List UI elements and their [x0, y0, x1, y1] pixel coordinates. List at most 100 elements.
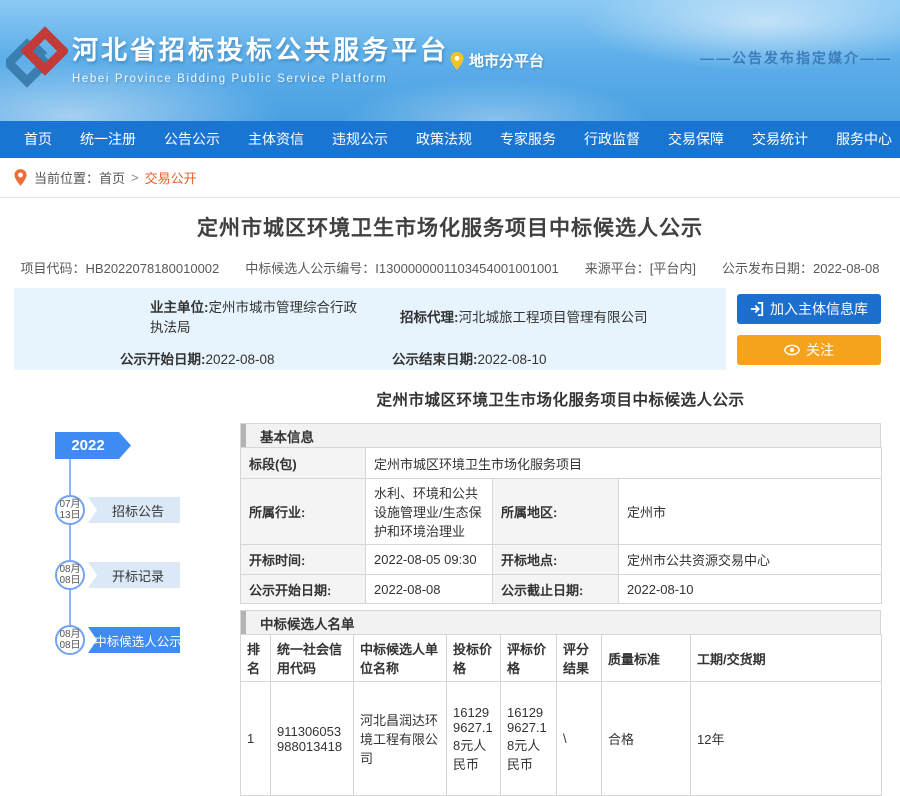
candidate-row: 1 911306053988013418 河北昌润达环境工程有限公司 16129… — [241, 682, 882, 796]
breadcrumb-label: 当前位置： — [34, 168, 99, 187]
timeline-date-1: 07月 13日 — [55, 495, 85, 525]
nav-item-policies[interactable]: 政策法规 — [402, 121, 486, 158]
timeline-link-bid-opening[interactable]: 开标记录 — [88, 562, 180, 588]
timeline-line — [69, 459, 71, 641]
candidate-quality: 合格 — [602, 682, 691, 796]
timeline-node-tender-notice: 07月 13日 招标公告 — [0, 495, 238, 525]
eye-icon — [784, 344, 800, 356]
timeline-date-1-month: 07月 — [59, 499, 80, 510]
open-place-label: 开标地点: — [493, 545, 619, 575]
platform-logo-icon — [6, 26, 68, 96]
candidate-score: \ — [557, 682, 602, 796]
join-entity-library-label: 加入主体信息库 — [770, 299, 868, 319]
timeline-link-tender-notice[interactable]: 招标公告 — [88, 497, 180, 523]
timeline-date-2-month: 08月 — [59, 564, 80, 575]
timeline-date-3: 08月 08日 — [55, 625, 85, 655]
nav-item-trade-statistics[interactable]: 交易统计 — [738, 121, 822, 158]
process-timeline: 2022 07月 13日 招标公告 08月 08日 开标记录 08月 08日 中… — [0, 430, 238, 713]
meta-project-code-label: 项目代码： — [21, 261, 86, 276]
timeline-year-flag: 2022 — [55, 432, 131, 459]
col-credit-code: 统一社会信用代码 — [271, 635, 354, 682]
col-score: 评分结果 — [557, 635, 602, 682]
candidates-table: 排名 统一社会信用代码 中标候选人单位名称 投标价格 评标价格 评分结果 质量标… — [240, 634, 882, 796]
industry-value: 水利、环境和公共设施管理业/生态保护和环境治理业 — [366, 479, 493, 545]
timeline-date-2: 08月 08日 — [55, 560, 85, 590]
publicity-start-value: 2022-08-08 — [206, 352, 275, 367]
location-pin-icon — [450, 52, 464, 70]
meta-notice-number-label: 中标候选人公示编号： — [245, 261, 375, 276]
open-place-value: 定州市公共资源交易中心 — [619, 545, 882, 575]
candidate-rank: 1 — [241, 682, 271, 796]
follow-button[interactable]: 关注 — [737, 335, 881, 365]
main-content: 定州市城区环境卫生市场化服务项目中标候选人公示 基本信息 标段(包) 定州市城区… — [240, 388, 881, 796]
media-note: ——公告发布指定媒介—— — [700, 48, 892, 68]
announcement-meta: 项目代码：HB2022078180010002 中标候选人公示编号：I13000… — [0, 258, 900, 277]
industry-label: 所属行业: — [241, 479, 366, 545]
breadcrumb-current-link[interactable]: 交易公开 — [145, 168, 197, 187]
bidding-agent-value: 河北城旅工程项目管理有限公司 — [459, 310, 648, 325]
candidates-header: 中标候选人名单 — [240, 610, 881, 634]
bid-section-label: 标段(包) — [241, 448, 366, 479]
candidate-duration: 12年 — [691, 682, 882, 796]
owner-unit-label: 业主单位: — [150, 300, 209, 315]
join-entity-library-button[interactable]: 加入主体信息库 — [737, 294, 881, 324]
nav-item-service-center[interactable]: 服务中心 — [822, 121, 900, 158]
col-company-name: 中标候选人单位名称 — [354, 635, 447, 682]
timeline-date-3-day: 08日 — [59, 640, 80, 651]
candidates-header-row: 排名 统一社会信用代码 中标候选人单位名称 投标价格 评标价格 评分结果 质量标… — [241, 635, 882, 682]
timeline-date-3-month: 08月 — [59, 629, 80, 640]
city-platform-link[interactable]: 地市分平台 — [450, 50, 544, 71]
open-time-label: 开标时间: — [241, 545, 366, 575]
bidding-agent-label: 招标代理: — [400, 310, 459, 325]
meta-publish-date-value: 2022-08-08 — [813, 261, 880, 276]
owner-unit: 业主单位:定州市城市管理综合行政执法局 — [14, 296, 370, 336]
nav-item-entity-credit[interactable]: 主体资信 — [234, 121, 318, 158]
site-subtitle: Hebei Province Bidding Public Service Pl… — [72, 73, 449, 85]
timeline-node-bid-opening: 08月 08日 开标记录 — [0, 560, 238, 590]
basic-info-table: 标段(包) 定州市城区环境卫生市场化服务项目 所属行业: 水利、环境和公共设施管… — [240, 447, 882, 604]
nav-item-home[interactable]: 首页 — [10, 121, 66, 158]
breadcrumb-separator: > — [131, 170, 139, 185]
nav-item-violations[interactable]: 违规公示 — [318, 121, 402, 158]
publicity-start-label: 公示开始日期: — [120, 352, 206, 367]
content-title: 定州市城区环境卫生市场化服务项目中标候选人公示 — [240, 388, 881, 410]
nav-item-trade-guarantee[interactable]: 交易保障 — [654, 121, 738, 158]
meta-publish-date-label: 公示发布日期： — [722, 261, 813, 276]
candidate-eval-price: 161299627.18元人民币 — [501, 682, 557, 796]
basic-info-header: 基本信息 — [240, 423, 881, 447]
summary-info-box: 业主单位:定州市城市管理综合行政执法局 招标代理:河北城旅工程项目管理有限公司 … — [14, 288, 726, 370]
breadcrumb-pin-icon — [14, 169, 27, 186]
timeline-date-2-day: 08日 — [59, 575, 80, 586]
publicity-end-value: 2022-08-10 — [478, 352, 547, 367]
nav-item-admin-supervision[interactable]: 行政监督 — [570, 121, 654, 158]
timeline-date-1-day: 13日 — [59, 510, 80, 521]
nav-item-expert-services[interactable]: 专家服务 — [486, 121, 570, 158]
col-duration: 工期/交货期 — [691, 635, 882, 682]
col-bid-price: 投标价格 — [447, 635, 501, 682]
meta-source-platform-label: 来源平台： — [585, 261, 650, 276]
breadcrumb: 当前位置： 首页 > 交易公开 — [0, 158, 900, 198]
nav-item-announcements[interactable]: 公告公示 — [150, 121, 234, 158]
timeline-node-candidates: 08月 08日 中标候选人公示 — [0, 625, 238, 655]
main-nav: 首页 统一注册 公告公示 主体资信 违规公示 政策法规 专家服务 行政监督 交易… — [0, 121, 900, 158]
col-eval-price: 评标价格 — [501, 635, 557, 682]
site-title: 河北省招标投标公共服务平台 — [72, 30, 449, 67]
follow-label: 关注 — [806, 340, 834, 360]
col-rank: 排名 — [241, 635, 271, 682]
site-header: 河北省招标投标公共服务平台 Hebei Province Bidding Pub… — [0, 0, 900, 121]
meta-source-platform: 来源平台：[平台内] — [585, 258, 696, 277]
candidate-credit-code: 911306053988013418 — [271, 682, 354, 796]
meta-publish-date: 公示发布日期：2022-08-08 — [722, 258, 880, 277]
pub-end-value: 2022-08-10 — [619, 575, 882, 604]
meta-source-platform-value: [平台内] — [650, 261, 696, 276]
col-quality: 质量标准 — [602, 635, 691, 682]
bidding-agent: 招标代理:河北城旅工程项目管理有限公司 — [370, 306, 726, 326]
nav-item-register[interactable]: 统一注册 — [66, 121, 150, 158]
timeline-link-candidates[interactable]: 中标候选人公示 — [88, 627, 180, 653]
meta-notice-number-value: I1300000001103454001001001 — [375, 261, 558, 276]
breadcrumb-home-link[interactable]: 首页 — [99, 168, 125, 187]
page-title: 定州市城区环境卫生市场化服务项目中标候选人公示 — [0, 212, 900, 242]
pub-start-value: 2022-08-08 — [366, 575, 493, 604]
pub-start-label: 公示开始日期: — [241, 575, 366, 604]
pub-end-label: 公示截止日期: — [493, 575, 619, 604]
